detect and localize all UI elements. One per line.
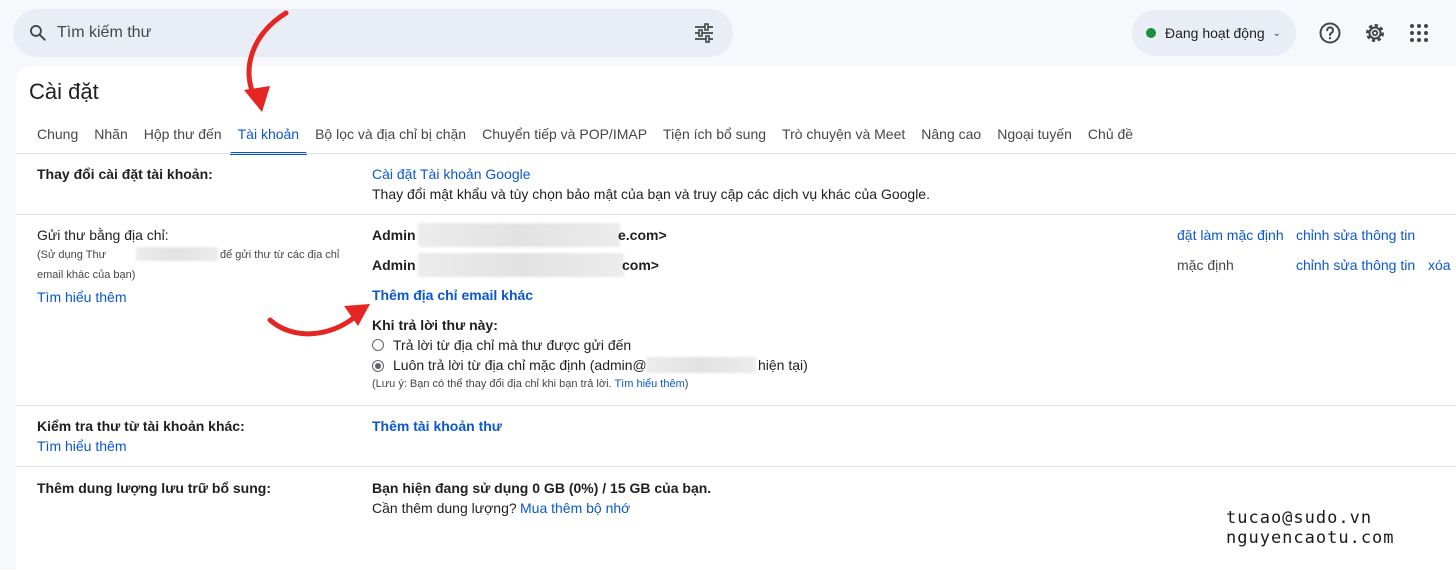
settings-panel: Cài đặt Chung Nhãn Hộp thư đến Tài khoản… — [16, 66, 1456, 570]
tab-accounts[interactable]: Tài khoản — [229, 118, 308, 155]
add-mail-account-link[interactable]: Thêm tài khoản thư — [372, 418, 502, 434]
redacted-block — [646, 357, 756, 373]
watermark-line-2: nguyencaotu.com — [1226, 528, 1395, 548]
default-status: mặc định — [1177, 257, 1234, 273]
search-input[interactable] — [57, 21, 657, 45]
redacted-block — [418, 253, 624, 277]
status-selector[interactable]: Đang hoạt động ⌄ — [1132, 10, 1296, 56]
reply-footnote-end: ) — [684, 378, 689, 390]
redacted-block — [136, 247, 218, 261]
tab-addons[interactable]: Tiện ích bổ sung — [655, 118, 774, 154]
annotation-arrow-down-icon — [244, 10, 289, 112]
storage-usage: Bạn hiện đang sử dụng 0 GB (0%) / 15 GB … — [372, 480, 712, 496]
send-as-note-a: (Sử dụng Thư — [37, 249, 106, 261]
page-title: Cài đặt — [29, 79, 99, 104]
storage-label: Thêm dung lượng lưu trữ bổ sung: — [37, 480, 272, 496]
tab-filters[interactable]: Bộ lọc và địa chỉ bị chặn — [307, 118, 474, 154]
add-email-address-link[interactable]: Thêm địa chỉ email khác — [372, 287, 533, 303]
reply-option-1: Trả lời từ địa chỉ mà thư được gửi đến — [393, 337, 632, 353]
account-settings-desc: Thay đổi mật khẩu và tùy chọn bảo mật củ… — [372, 186, 930, 202]
divider — [16, 405, 1456, 406]
search-bar[interactable] — [13, 9, 733, 57]
tab-inbox[interactable]: Hộp thư đến — [136, 118, 230, 154]
divider — [16, 214, 1456, 215]
reply-footnote-text: (Lưu ý: Bạn có thể thay đổi địa chỉ khi … — [372, 378, 612, 390]
chevron-down-icon: ⌄ — [1272, 27, 1282, 39]
watermark-line-1: tucao@sudo.vn — [1226, 508, 1373, 528]
search-icon[interactable] — [28, 23, 48, 43]
reply-from-default-radio[interactable] — [372, 360, 384, 372]
reply-option-2-a: Luôn trả lời từ địa chỉ mặc định (admin@ — [393, 357, 647, 373]
send-as-note-c: email khác của bạn) — [37, 269, 136, 281]
tab-advanced[interactable]: Nâng cao — [913, 118, 989, 154]
send-as-learn-more-link[interactable]: Tìm hiểu thêm — [37, 289, 126, 305]
buy-storage-link[interactable]: Mua thêm bộ nhớ — [520, 500, 630, 516]
send-as-label: Gửi thư bằng địa chỉ: — [37, 227, 169, 243]
reply-label: Khi trả lời thư này: — [372, 317, 498, 333]
divider — [16, 466, 1456, 467]
annotation-arrow-right-icon — [267, 304, 370, 337]
google-account-settings-link[interactable]: Cài đặt Tài khoản Google — [372, 166, 531, 182]
reply-footnote: (Lưu ý: Bạn có thể thay đổi địa chỉ khi … — [372, 378, 688, 390]
help-icon[interactable] — [1318, 21, 1342, 45]
send-as-note-b: để gửi thư từ các địa chỉ — [220, 249, 340, 261]
search-options-icon[interactable] — [693, 23, 715, 43]
storage-need-more: Cần thêm dung lượng? — [372, 500, 517, 516]
delete-address-link[interactable]: xóa — [1428, 257, 1451, 273]
tab-general[interactable]: Chung — [29, 118, 86, 154]
address-2-suffix: com> — [622, 257, 659, 273]
tab-offline[interactable]: Ngoại tuyến — [989, 118, 1080, 154]
redacted-block — [418, 223, 620, 247]
reply-footnote-learn-more-link[interactable]: Tìm hiểu thêm — [614, 378, 684, 390]
status-label: Đang hoạt động — [1165, 25, 1265, 41]
address-2-name: Admin — [372, 257, 416, 273]
send-as-label-text: Gửi thư bằng địa chỉ: — [37, 227, 169, 243]
tab-forwarding[interactable]: Chuyển tiếp và POP/IMAP — [474, 118, 655, 154]
tab-labels[interactable]: Nhãn — [86, 118, 135, 154]
edit-info-link-1[interactable]: chỉnh sửa thông tin — [1296, 227, 1415, 243]
settings-tabs: Chung Nhãn Hộp thư đến Tài khoản Bộ lọc … — [29, 118, 1141, 155]
apps-grid-icon[interactable] — [1407, 21, 1431, 45]
make-default-link[interactable]: đặt làm mặc định — [1177, 227, 1284, 243]
reply-option-2-b: hiện tại) — [758, 357, 808, 373]
divider — [16, 153, 1456, 154]
check-mail-learn-more-link[interactable]: Tìm hiểu thêm — [37, 438, 126, 454]
tab-chat-meet[interactable]: Trò chuyện và Meet — [774, 118, 913, 154]
account-settings-label: Thay đổi cài đặt tài khoản: — [37, 166, 213, 182]
address-1-name: Admin — [372, 227, 416, 243]
check-mail-label: Kiểm tra thư từ tài khoản khác: — [37, 418, 245, 434]
status-dot-icon — [1146, 28, 1156, 38]
gear-icon[interactable] — [1363, 21, 1387, 45]
address-1-suffix: e.com> — [618, 227, 667, 243]
tab-themes[interactable]: Chủ đề — [1080, 118, 1141, 154]
edit-info-link-2[interactable]: chỉnh sửa thông tin — [1296, 257, 1415, 273]
